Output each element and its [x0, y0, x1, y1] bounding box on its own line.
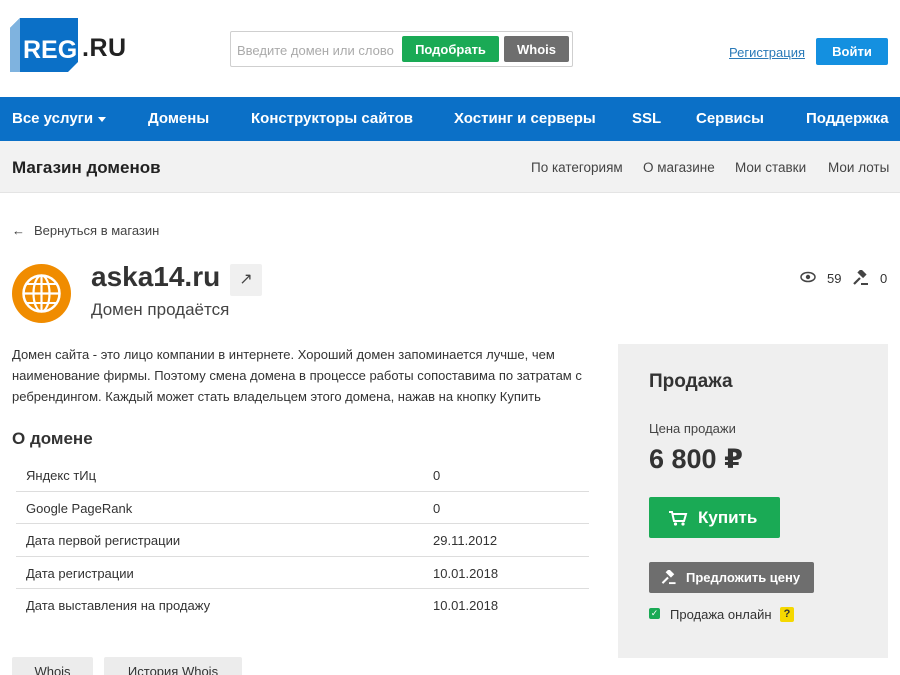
logo-text: REG	[23, 36, 77, 64]
about-domain-table: Яндекс тИц 0 Google PageRank 0 Дата перв…	[16, 459, 589, 622]
nav-item-support[interactable]: Поддержка	[806, 110, 889, 127]
globe-icon	[12, 264, 71, 323]
whois-history-button[interactable]: История Whois	[104, 657, 242, 675]
arrow-left-icon: ←	[12, 223, 25, 238]
help-icon[interactable]: ?	[780, 607, 794, 622]
row-value: 10.01.2018	[433, 565, 499, 581]
nav-item-ssl[interactable]: SSL	[632, 110, 661, 127]
whois-bottom-button[interactable]: Whois	[12, 657, 93, 675]
bids-count: 0	[880, 271, 888, 286]
row-value: 29.11.2012	[433, 533, 498, 548]
row-label: Дата регистрации	[26, 565, 134, 581]
row-value: 10.01.2018	[433, 598, 499, 613]
offer-price-button[interactable]: Предложить цену	[649, 562, 814, 593]
table-row: Яндекс тИц 0	[16, 459, 589, 492]
nav-item-hosting[interactable]: Хостинг и серверы	[454, 110, 596, 127]
views-count: 59	[827, 271, 842, 286]
table-row: Дата выставления на продажу 10.01.2018	[16, 589, 589, 622]
pick-domain-button[interactable]: Подобрать	[402, 36, 499, 62]
shop-link-about[interactable]: О магазине	[643, 160, 715, 175]
register-link[interactable]: Регистрация	[729, 45, 805, 60]
table-row: Google PageRank 0	[16, 492, 589, 524]
domain-search-box: Подобрать Whois	[230, 31, 573, 67]
sale-title: Продажа	[649, 371, 733, 392]
nav-item-label: Все услуги	[12, 110, 94, 127]
domain-description: Домен сайта - это лицо компании в интерн…	[12, 347, 582, 404]
shop-link-my-lots[interactable]: Мои лоты	[828, 160, 889, 175]
buy-button[interactable]: Купить	[649, 497, 780, 538]
nav-item-all-services[interactable]: Все услуги	[12, 110, 107, 127]
row-label: Google PageRank	[26, 500, 133, 516]
caret-down-icon	[98, 116, 107, 122]
domain-status: Домен продаётся	[91, 300, 230, 319]
logo-shield-icon: REG	[10, 18, 78, 72]
site-logo[interactable]: REG .RU	[10, 18, 126, 73]
eye-icon	[800, 271, 816, 286]
site-header: REG .RU Подобрать Whois Регистрация Войт…	[0, 0, 900, 97]
nav-item-domains[interactable]: Домены	[148, 110, 209, 127]
online-sale-checkbox[interactable]: ✓	[649, 608, 660, 619]
nav-item-site-builders[interactable]: Конструкторы сайтов	[251, 110, 413, 127]
nav-item-services[interactable]: Сервисы	[696, 110, 764, 127]
row-label: Дата первой регистрации	[26, 533, 181, 548]
domain-name: aska14.ru	[91, 261, 221, 292]
gavel-icon	[853, 268, 869, 289]
buy-button-label: Купить	[698, 508, 758, 527]
shop-link-categories[interactable]: По категориям	[531, 160, 623, 175]
row-label: Дата выставления на продажу	[26, 598, 211, 613]
login-button[interactable]: Войти	[816, 38, 888, 65]
table-row: Дата регистрации 10.01.2018	[16, 557, 589, 589]
gavel-icon	[661, 568, 677, 588]
domain-shop-bar: Магазин доменов По категориям О магазине…	[0, 141, 900, 193]
shop-link-my-bids[interactable]: Мои ставки	[735, 160, 806, 175]
main-nav: Все услуги Домены Конструкторы сайтов Хо…	[0, 97, 900, 141]
row-label: Яндекс тИц	[26, 468, 97, 483]
offer-button-label: Предложить цену	[686, 570, 801, 585]
logo-suffix: .RU	[82, 34, 127, 62]
back-link-label: Вернуться в магазин	[34, 223, 160, 238]
domain-stats: 59 0	[800, 268, 890, 289]
about-domain-title: О домене	[12, 429, 93, 448]
back-to-shop-link[interactable]: ← Вернуться в магазин	[12, 223, 159, 238]
domain-search-input[interactable]	[237, 37, 397, 63]
row-value: 0	[433, 468, 441, 483]
row-value: 0	[433, 500, 441, 516]
whois-button[interactable]: Whois	[504, 36, 569, 62]
external-link-icon[interactable]: ↗	[230, 264, 262, 296]
sale-panel: Продажа Цена продажи 6 800 ₽ Купить Пред…	[618, 344, 888, 658]
table-row: Дата первой регистрации 29.11.2012	[16, 524, 589, 557]
cart-icon	[668, 510, 688, 531]
shop-title[interactable]: Магазин доменов	[12, 158, 161, 178]
online-sale-label: Продажа онлайн	[670, 607, 772, 622]
price-value: 6 800 ₽	[649, 444, 743, 474]
price-label: Цена продажи	[649, 421, 736, 436]
